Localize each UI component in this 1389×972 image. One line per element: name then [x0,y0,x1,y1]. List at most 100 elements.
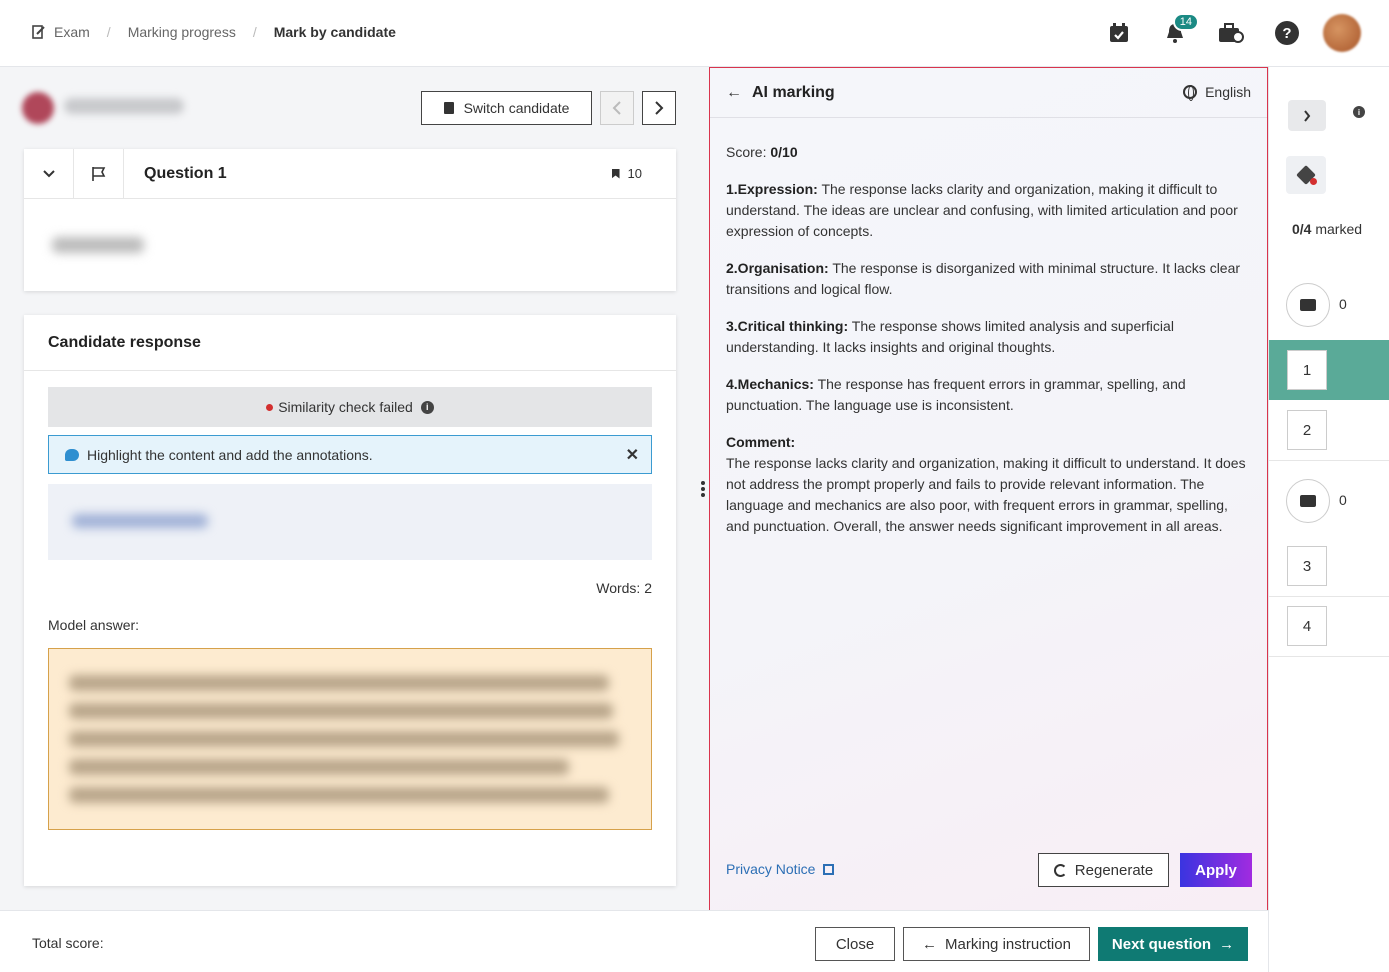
switch-candidate-button[interactable]: Switch candidate [421,91,592,125]
regenerate-label: Regenerate [1074,861,1154,879]
divider [1269,460,1389,461]
calendar-check-icon[interactable] [1105,19,1133,47]
language-selector[interactable]: English [1183,84,1251,101]
question-navigator: i 0/4 marked 0 1 2 0 3 4 [1268,67,1389,972]
model-answer-redacted-line [69,675,609,691]
criterion-organisation: 2.Organisation: The response is disorgan… [726,260,1241,297]
question-title: Question 1 [144,164,227,182]
bookmark-icon [611,168,620,179]
chevron-right-icon [655,101,664,115]
globe-icon [1183,85,1198,101]
arrow-right-icon: → [1219,935,1235,953]
collapse-sidebar-button[interactable] [1288,100,1326,131]
ai-panel-header: ← AI marking English [710,68,1267,118]
question-nav-item[interactable]: 4 [1287,606,1327,646]
panel-resize-handle[interactable] [701,481,705,497]
close-icon[interactable]: ✕ [626,445,639,465]
flag-button[interactable] [74,148,124,199]
section-count: 0 [1339,296,1347,312]
privacy-notice-link[interactable]: Privacy Notice [726,861,835,877]
status-dot [1310,178,1317,185]
section-button[interactable] [1286,283,1330,327]
model-answer-redacted-line [69,787,609,803]
switch-candidate-label: Switch candidate [463,100,570,116]
language-label: English [1205,84,1251,100]
breadcrumb-marking-progress[interactable]: Marking progress [128,24,236,40]
apply-button[interactable]: Apply [1180,853,1252,887]
previous-candidate-button[interactable] [600,91,634,125]
question-nav-item[interactable]: 3 [1287,546,1327,586]
chat-icon [65,448,79,461]
breadcrumb-exam[interactable]: Exam [54,24,90,40]
annotation-hint-text: Highlight the content and add the annota… [87,446,373,463]
question-marks-value: 10 [627,166,642,181]
ai-marking-panel: ← AI marking English Score: 0/10 1.Expre… [709,67,1268,914]
candidate-avatar [22,92,54,124]
marking-instruction-label: Marking instruction [945,935,1071,953]
bell-icon[interactable]: 14 [1161,13,1199,47]
next-candidate-button[interactable] [642,91,676,125]
chevron-down-icon [42,169,55,177]
ai-marking-button[interactable] [1286,156,1326,194]
info-icon[interactable]: i [1353,106,1365,118]
model-answer-redacted-line [69,731,619,747]
next-question-button[interactable]: Next question → [1098,927,1248,961]
score-value: 0/10 [770,144,798,160]
question-nav-item[interactable]: 1 [1287,350,1327,390]
help-icon[interactable]: ? [1273,19,1301,47]
model-answer-label: Model answer: [48,617,140,633]
ai-panel-title: AI marking [752,83,835,101]
regenerate-button[interactable]: Regenerate [1038,853,1169,887]
annotation-hint: Highlight the content and add the annota… [48,435,652,474]
word-count: Words: 2 [596,580,652,596]
candidate-row: Switch candidate [22,90,676,126]
status-dot [266,403,274,411]
response-title: Candidate response [24,315,676,371]
close-button[interactable]: Close [815,927,895,961]
top-bar: Exam / Marking progress / Mark by candid… [0,0,1389,67]
model-answer-box [48,648,652,830]
model-answer-redacted-line [69,759,569,775]
breadcrumb: Exam / Marking progress / Mark by candid… [32,24,396,40]
criterion-mechanics: 4.Mechanics: The response has frequent e… [726,376,1186,413]
chevron-left-icon [612,101,621,115]
external-link-icon [823,863,835,875]
arrow-left-icon[interactable]: ← [726,84,742,102]
similarity-status: Similarity check failed i [48,387,652,427]
section-button[interactable] [1286,479,1330,523]
criterion-expression: 1.Expression: The response lacks clarity… [726,181,1238,239]
user-avatar[interactable] [1323,14,1361,52]
exam-icon [32,25,45,39]
response-content[interactable] [48,484,652,560]
refresh-icon [1053,863,1067,877]
ai-feedback: Score: 0/10 1.Expression: The response l… [726,142,1250,553]
score-line: Score: 0/10 [726,144,798,160]
marking-instruction-button[interactable]: ← Marking instruction [903,927,1090,961]
collapse-toggle[interactable] [24,148,74,199]
breadcrumb-separator: / [252,24,257,40]
question-marks: 10 [611,166,642,181]
candidate-name-redacted [64,98,184,114]
svg-text:?: ? [1282,25,1291,42]
question-text-redacted [52,237,144,253]
privacy-notice-label: Privacy Notice [726,861,816,877]
close-label: Close [835,935,875,953]
question-header: Question 1 10 [24,148,676,199]
next-question-label: Next question [1111,935,1212,953]
breadcrumb-current: Mark by candidate [273,24,396,40]
notification-badge: 14 [1172,13,1199,31]
briefcase-icon[interactable] [1217,19,1245,47]
arrow-left-icon: ← [922,935,938,953]
divider [1269,596,1389,597]
model-answer-redacted-line [69,703,613,719]
info-icon[interactable]: i [420,400,434,414]
marked-progress: 0/4 marked [1292,221,1363,237]
question-nav-item[interactable]: 2 [1287,410,1327,450]
response-text-redacted [72,514,208,528]
chevron-right-icon [1304,109,1311,122]
breadcrumb-separator: / [106,24,111,40]
criterion-critical-thinking: 3.Critical thinking: The response shows … [726,318,1174,355]
divider [1269,656,1389,657]
switch-candidate-icon [443,102,454,114]
section-icon [1300,299,1316,311]
